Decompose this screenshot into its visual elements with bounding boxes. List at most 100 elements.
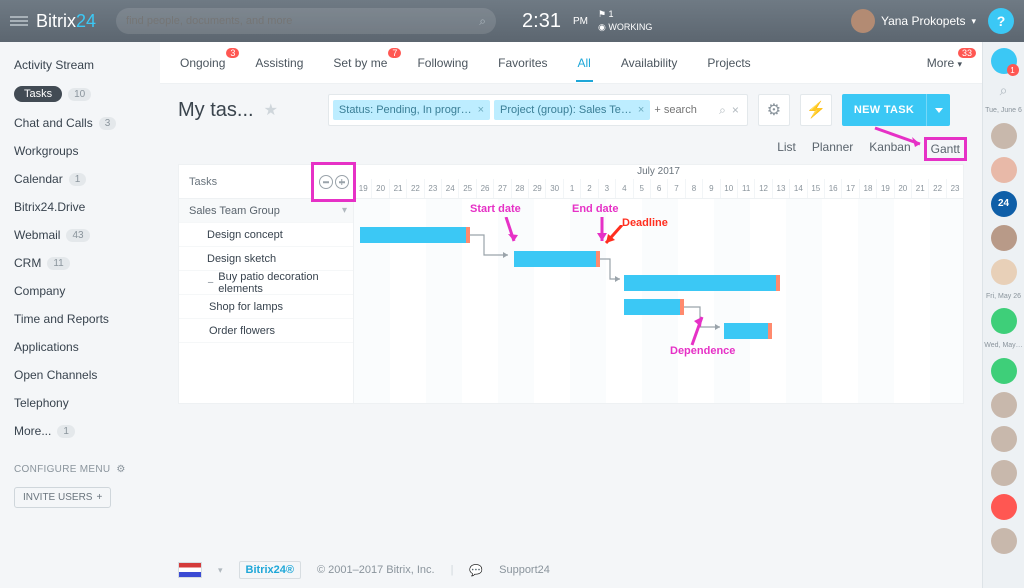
view-gantt[interactable]: Gantt: [924, 137, 967, 161]
filter-chip-status[interactable]: Status: Pending, In progr…×: [333, 100, 490, 120]
invite-users-button[interactable]: INVITE USERS +: [14, 487, 111, 508]
chevron-down-icon[interactable]: ▾: [218, 565, 223, 576]
rail-channel-3[interactable]: [991, 494, 1017, 520]
gantt-group-row[interactable]: Sales Team Group▾: [179, 199, 353, 223]
sidebar-label: Open Channels: [14, 368, 97, 382]
tab[interactable]: All: [576, 56, 593, 70]
sidebar-item[interactable]: Chat and Calls3: [0, 112, 160, 134]
gantt-task-row[interactable]: Shop for lamps: [179, 295, 353, 319]
footer-brand[interactable]: Bitrix24®: [239, 561, 301, 579]
clock-status: ◉ WORKING: [598, 22, 652, 33]
task-filter-tabs: Ongoing3 Assisting Set by me7 Following Favo…: [160, 42, 982, 84]
current-user[interactable]: Yana Prokopets ▾: [851, 9, 976, 33]
footer-support[interactable]: Support24: [499, 564, 550, 576]
sidebar-item[interactable]: Calendar1: [0, 168, 160, 190]
notifications-bell[interactable]: 1: [991, 48, 1017, 74]
annotation-arrow: [680, 311, 710, 347]
rail-search-icon[interactable]: ⌕: [1000, 82, 1008, 99]
gantt-day-cell: 2: [580, 179, 597, 198]
gantt-task-row[interactable]: Design sketch: [179, 247, 353, 271]
filter-box[interactable]: Status: Pending, In progr…× Project (gro…: [328, 94, 748, 126]
gantt-month-label: July 2017: [354, 165, 963, 179]
gantt-task-row[interactable]: −Buy patio decoration elements: [179, 271, 353, 295]
footer-copyright: © 2001–2017 Bitrix, Inc.: [317, 564, 435, 576]
rail-contact-3[interactable]: [991, 225, 1017, 251]
clear-filter-icon[interactable]: ×: [732, 103, 739, 118]
global-search-input[interactable]: [126, 15, 479, 27]
rail-contact-5[interactable]: [991, 392, 1017, 418]
rail-contact-4[interactable]: [991, 259, 1017, 285]
gantt-bar[interactable]: [624, 275, 780, 291]
sidebar-item[interactable]: CRM11: [0, 252, 160, 274]
footer: ▾ Bitrix24® © 2001–2017 Bitrix, Inc. | 💬…: [160, 552, 982, 588]
tab[interactable]: Projects: [705, 56, 752, 70]
search-icon[interactable]: ⌕: [719, 103, 726, 118]
gantt-day-cell: 9: [702, 179, 719, 198]
global-search[interactable]: ⌕: [116, 8, 496, 34]
bolt-button[interactable]: ⚡: [800, 94, 832, 126]
rail-contact-2[interactable]: [991, 157, 1017, 183]
configure-menu[interactable]: CONFIGURE MENU ⚙: [0, 458, 160, 481]
zoom-in-button[interactable]: [335, 175, 349, 189]
sidebar-item[interactable]: Workgroups: [0, 140, 160, 162]
gantt-task-row[interactable]: Design concept: [179, 223, 353, 247]
sidebar-item[interactable]: Webmail43: [0, 224, 160, 246]
tab-label: Following: [417, 56, 468, 70]
rail-bitrix24-icon[interactable]: 24: [991, 191, 1017, 217]
rail-contact-6[interactable]: [991, 426, 1017, 452]
sidebar-item[interactable]: Telephony: [0, 392, 160, 414]
sidebar-item[interactable]: More... 1: [0, 420, 160, 442]
tab[interactable]: Following: [415, 56, 470, 70]
tab[interactable]: Availability: [619, 56, 679, 70]
gantt-day-cell: 15: [807, 179, 824, 198]
gantt-day-cell: 13: [772, 179, 789, 198]
search-icon[interactable]: ⌕: [479, 14, 486, 29]
sidebar-item[interactable]: Tasks10: [0, 82, 160, 106]
sidebar-item[interactable]: Bitrix24.Drive: [0, 196, 160, 218]
gantt-bar[interactable]: [624, 299, 684, 315]
clock-widget[interactable]: 2:31 PM ⚑ 1 ◉ WORKING: [522, 9, 652, 33]
zoom-out-button[interactable]: [319, 175, 333, 189]
gantt-day-cell: 19: [876, 179, 893, 198]
filter-search-input[interactable]: [654, 104, 715, 116]
sidebar-item[interactable]: Open Channels: [0, 364, 160, 386]
settings-button[interactable]: ⚙: [758, 94, 790, 126]
rail-channel-1[interactable]: [991, 308, 1017, 334]
tab-more[interactable]: More ▾ 33: [925, 56, 964, 70]
sidebar-item[interactable]: Time and Reports: [0, 308, 160, 330]
tab[interactable]: Assisting: [253, 56, 305, 70]
gantt-task-row[interactable]: Order flowers: [179, 319, 353, 343]
gantt-bar[interactable]: [724, 323, 772, 339]
gantt-bar[interactable]: [514, 251, 600, 267]
flag-icon[interactable]: [178, 562, 202, 578]
gantt-day-cell: 21: [911, 179, 928, 198]
sidebar-label: Webmail: [14, 228, 60, 242]
tab-badge: 33: [958, 48, 976, 58]
rail-contact-8[interactable]: [991, 528, 1017, 554]
sidebar-item[interactable]: Activity Stream: [0, 54, 160, 76]
close-icon[interactable]: ×: [478, 104, 484, 116]
sidebar-item[interactable]: Company: [0, 280, 160, 302]
collapse-icon[interactable]: −: [207, 277, 214, 289]
star-icon[interactable]: ★: [264, 100, 278, 120]
gantt-timeline[interactable]: Start date End date Deadline Dependence: [354, 199, 963, 403]
task-label: Order flowers: [209, 325, 275, 337]
task-label: Design concept: [207, 229, 283, 241]
filter-chip-project[interactable]: Project (group): Sales Te…×: [494, 100, 650, 120]
tab[interactable]: Favorites: [496, 56, 549, 70]
task-label: Buy patio decoration elements: [218, 271, 353, 295]
tab[interactable]: Ongoing3: [178, 56, 227, 70]
gantt-bar[interactable]: [360, 227, 470, 243]
help-button[interactable]: ?: [988, 8, 1014, 34]
hamburger-menu[interactable]: [10, 14, 28, 28]
tab[interactable]: Set by me7: [331, 56, 389, 70]
rail-channel-2[interactable]: [991, 358, 1017, 384]
sidebar-item[interactable]: Applications: [0, 336, 160, 358]
rail-contact-7[interactable]: [991, 460, 1017, 486]
gantt-empty-row: [179, 343, 353, 403]
view-planner[interactable]: Planner: [812, 140, 853, 158]
view-list[interactable]: List: [777, 140, 796, 158]
chevron-down-icon[interactable]: ▾: [342, 205, 347, 216]
close-icon[interactable]: ×: [638, 104, 644, 116]
rail-contact-1[interactable]: [991, 123, 1017, 149]
